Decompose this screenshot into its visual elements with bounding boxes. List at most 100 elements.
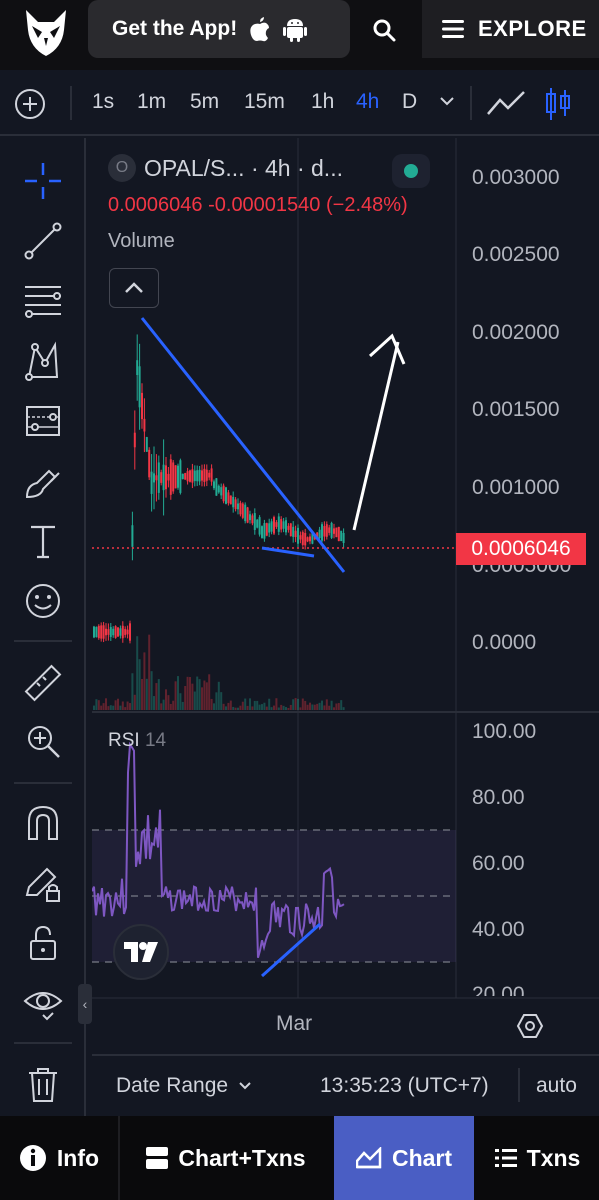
lock-drawings-pencil-tool[interactable]	[20, 860, 66, 906]
chart-legend[interactable]: O OPAL/S... · 4h · d...	[108, 154, 343, 182]
volume-bar	[253, 700, 256, 710]
zoom-tool[interactable]	[20, 718, 66, 764]
measure-tool[interactable]	[20, 660, 66, 706]
volume-label[interactable]: Volume	[108, 230, 175, 253]
lock-all-tool[interactable]	[20, 920, 66, 966]
unlock-icon	[30, 925, 56, 960]
trash-icon	[29, 1068, 57, 1102]
pattern-tool[interactable]	[20, 338, 66, 384]
candle	[330, 521, 333, 540]
bottom-navigation: Info Chart+Txns Chart Txns	[0, 1116, 599, 1200]
pencil-lock-icon	[25, 867, 60, 902]
volume-bar	[306, 704, 309, 710]
add-indicator-button[interactable]	[14, 88, 46, 120]
search-icon	[373, 19, 396, 42]
rsi-tick: 80.00	[472, 786, 525, 809]
delete-drawings-tool[interactable]	[20, 1062, 66, 1108]
sidebar-divider	[14, 782, 72, 784]
interval-4h[interactable]: 4h	[356, 90, 379, 114]
price-chart-canvas[interactable]	[92, 138, 599, 1052]
status-dot	[404, 164, 418, 178]
candle	[184, 472, 187, 480]
chevron-down-icon	[440, 97, 454, 106]
text-tool[interactable]	[20, 518, 66, 564]
owl-logo-icon[interactable]	[22, 8, 70, 58]
volume-bar	[119, 705, 122, 710]
volume-bar	[162, 699, 165, 710]
hexagon-settings-icon	[516, 1014, 544, 1038]
candles	[93, 334, 345, 644]
candle	[325, 521, 328, 540]
candle	[337, 526, 340, 542]
volume-bar	[229, 700, 232, 710]
rsi-legend[interactable]: RSI 14	[108, 730, 166, 752]
candle	[114, 625, 117, 639]
brush-tool[interactable]	[20, 458, 66, 504]
candle	[289, 522, 292, 537]
android-icon	[283, 16, 308, 42]
nav-chart[interactable]: Chart	[334, 1116, 474, 1200]
volume-bar	[265, 706, 268, 710]
date-range-button[interactable]: Date Range	[116, 1074, 252, 1098]
volume-bar	[179, 693, 182, 710]
candle	[208, 469, 211, 481]
volume-bar	[263, 702, 266, 710]
candle	[227, 489, 230, 506]
volume-bar	[268, 698, 271, 710]
emoji-tool[interactable]	[20, 578, 66, 624]
candle	[167, 466, 170, 488]
symbol-title[interactable]: OPAL/S... · 4h · d...	[144, 155, 343, 182]
interval-dropdown-button[interactable]	[438, 94, 456, 112]
candle-chart-type-button[interactable]	[544, 86, 572, 127]
trend-line-tool[interactable]	[20, 218, 66, 264]
hide-drawings-tool[interactable]	[20, 980, 66, 1026]
get-app-button[interactable]: Get the App!	[88, 0, 350, 58]
volume-bar	[237, 707, 239, 710]
candle	[102, 621, 105, 643]
volume-bar	[169, 703, 172, 710]
collapse-legend-button[interactable]	[109, 268, 159, 308]
candle	[124, 626, 127, 638]
crosshair-icon	[25, 163, 61, 199]
volume-bar	[222, 703, 225, 710]
volume-bar	[297, 698, 299, 710]
toolbar-divider	[70, 86, 72, 120]
clock-timezone[interactable]: 13:35:23 (UTC+7)	[320, 1074, 489, 1098]
volume-bar	[100, 705, 103, 710]
magnet-tool[interactable]	[20, 800, 66, 846]
interval-5m[interactable]: 5m	[190, 90, 219, 114]
zoom-in-icon	[28, 726, 60, 758]
candle	[287, 523, 290, 533]
plus-circle-icon	[15, 89, 45, 119]
nav-info[interactable]: Info	[0, 1116, 118, 1200]
interval-1m[interactable]: 1m	[137, 90, 166, 114]
volume-bar	[241, 701, 244, 710]
chart-pane[interactable]: O OPAL/S... · 4h · d... 0.0006046 -0.000…	[92, 138, 599, 1052]
market-status-indicator[interactable]	[392, 154, 430, 188]
tradingview-logo-icon[interactable]	[113, 924, 169, 980]
crosshair-tool[interactable]	[20, 158, 66, 204]
current-price-label: 0.0006046	[456, 533, 586, 565]
explore-button[interactable]: EXPLORE	[422, 0, 599, 58]
collapse-sidebar-button[interactable]: ‹	[78, 984, 92, 1024]
interval-1h[interactable]: 1h	[311, 90, 334, 114]
volume-bar	[261, 704, 263, 710]
nav-txns[interactable]: Txns	[476, 1116, 599, 1200]
price-tick: 0.003000	[472, 166, 560, 189]
candle	[191, 463, 194, 489]
forecast-tool[interactable]	[20, 398, 66, 444]
search-button[interactable]	[362, 8, 406, 52]
candle	[189, 469, 191, 483]
chart-settings-button[interactable]	[516, 1012, 544, 1045]
interval-d[interactable]: D	[402, 90, 417, 114]
smiley-icon	[26, 584, 60, 618]
fib-retracement-tool[interactable]	[20, 278, 66, 324]
volume-bar	[251, 706, 254, 710]
interval-1s[interactable]: 1s	[92, 90, 114, 114]
line-chart-type-button[interactable]	[486, 88, 526, 123]
volume-bar	[193, 691, 196, 710]
nav-chart-txns[interactable]: Chart+Txns	[120, 1116, 332, 1200]
interval-15m[interactable]: 15m	[244, 90, 285, 114]
auto-scale-toggle[interactable]: auto	[536, 1074, 577, 1098]
candle	[229, 495, 232, 505]
